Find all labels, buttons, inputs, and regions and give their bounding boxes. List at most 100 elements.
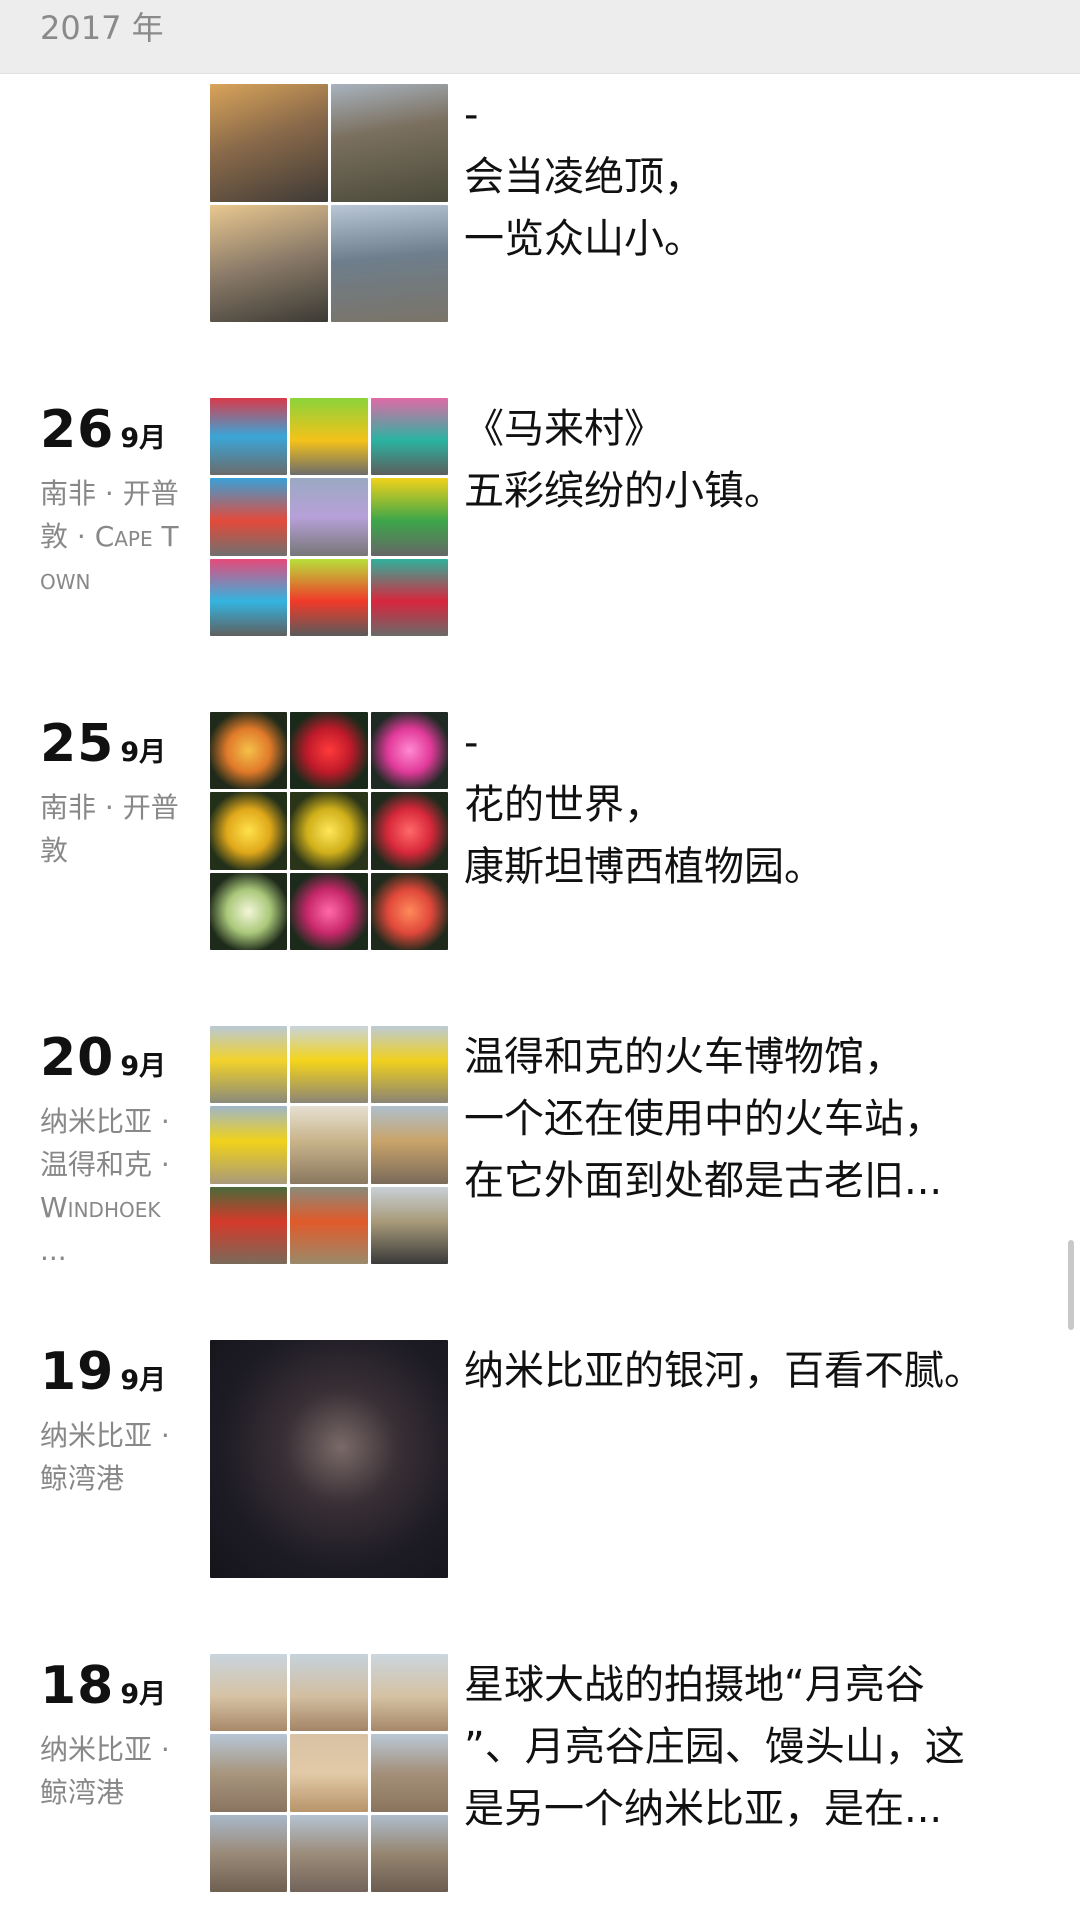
photo-thumbnail[interactable] [290,398,368,476]
photo-thumbnail[interactable] [290,1734,368,1812]
photo-thumbnail[interactable] [330,84,448,202]
post-caption[interactable]: - 花的世界， 康斯坦博西植物园。 [464,712,1024,898]
post-month: 9月 [120,1679,167,1710]
photo-thumbnail[interactable] [210,1186,288,1264]
post-item[interactable]: 19 9月 纳米比亚 · 鲸湾港 纳米比亚的银河，百看不腻。 [0,1340,1080,1580]
post-month: 9月 [120,423,167,454]
post-day: 18 [40,1656,115,1716]
post-date-column: 26 9月 南非 · 开普敦 · Cape Town [40,402,190,601]
caption-line: 星球大战的拍摄地“月亮谷 [464,1662,925,1708]
photo-thumbnail[interactable] [210,1340,448,1578]
post-date: 26 9月 [40,402,190,470]
photo-thumbnail[interactable] [370,1734,448,1812]
photo-thumbnail[interactable] [210,712,288,790]
photo-thumbnail[interactable] [290,478,368,556]
photo-thumbnail[interactable] [290,1186,368,1264]
photo-grid[interactable] [210,1340,448,1578]
photo-thumbnail[interactable] [210,1026,288,1104]
post-day: 26 [40,400,115,460]
photo-grid[interactable] [210,398,448,636]
post-date: 18 9月 [40,1658,190,1726]
photo-thumbnail[interactable] [210,478,288,556]
post-date-column: 19 9月 纳米比亚 · 鲸湾港 [40,1344,190,1500]
post-date: 19 9月 [40,1344,190,1412]
post-item[interactable]: 18 9月 纳米比亚 · 鲸湾港 星球大战的拍摄地“月亮谷 ”、月亮谷庄园、馒头山，这是… [0,1654,1080,1894]
post-date-column: 25 9月 南非 · 开普敦 [40,716,190,872]
post-day: 19 [40,1342,115,1402]
post-location[interactable]: 纳米比亚 · 温得和克 · Windhoek ... [40,1100,190,1272]
caption-line: 康斯坦博西植物园。 [464,844,824,890]
photo-thumbnail[interactable] [370,478,448,556]
post-location[interactable]: 纳米比亚 · 鲸湾港 [40,1414,190,1500]
photo-thumbnail[interactable] [370,1026,448,1104]
caption-line: 温得和克的火车博物馆， [464,1034,904,1080]
post-date-column: 20 9月 纳米比亚 · 温得和克 · Windhoek ... [40,1030,190,1272]
post-caption[interactable]: 星球大战的拍摄地“月亮谷 ”、月亮谷庄园、馒头山，这 是另一个纳米比亚，是在... [464,1654,1024,1840]
post-date-column: 18 9月 纳米比亚 · 鲸湾港 [40,1658,190,1814]
caption-line: ”、月亮谷庄园、馒头山，这 [464,1724,965,1770]
photo-grid[interactable] [210,712,448,950]
post-location[interactable]: 南非 · 开普敦 [40,786,190,872]
photo-grid[interactable] [210,1026,448,1264]
photo-thumbnail[interactable] [290,558,368,636]
post-item[interactable]: 26 9月 南非 · 开普敦 · Cape Town 《马来村》 五彩缤纷的小镇。 [0,398,1080,638]
photo-thumbnail[interactable] [370,872,448,950]
photo-thumbnail[interactable] [370,1814,448,1892]
post-day: 20 [40,1028,115,1088]
year-header: 2017 年 [0,0,1080,74]
photo-thumbnail[interactable] [210,204,328,322]
post-caption[interactable]: - 会当凌绝顶， 一览众山小。 [464,84,1024,270]
photo-thumbnail[interactable] [210,558,288,636]
photo-thumbnail[interactable] [210,84,328,202]
photo-thumbnail[interactable] [370,712,448,790]
photo-thumbnail[interactable] [210,398,288,476]
post-caption[interactable]: 《马来村》 五彩缤纷的小镇。 [464,398,1024,522]
post-location[interactable]: 纳米比亚 · 鲸湾港 [40,1728,190,1814]
photo-thumbnail[interactable] [290,1654,368,1732]
caption-line: 在它外面到处都是古老旧... [464,1158,943,1204]
post-location[interactable]: 南非 · 开普敦 · Cape Town [40,472,190,601]
photo-thumbnail[interactable] [370,558,448,636]
photo-thumbnail[interactable] [210,1654,288,1732]
photo-thumbnail[interactable] [290,1026,368,1104]
post-item[interactable]: 20 9月 纳米比亚 · 温得和克 · Windhoek ... 温得和克的火车博物馆… [0,1026,1080,1267]
photo-thumbnail[interactable] [290,872,368,950]
caption-line: 纳米比亚的银河，百看不腻。 [464,1348,984,1394]
year-label: 2017 年 [40,9,164,47]
photo-thumbnail[interactable] [210,1734,288,1812]
post-date: 25 9月 [40,716,190,784]
post-month: 9月 [120,1051,167,1082]
post-item[interactable]: - 会当凌绝顶， 一览众山小。 [0,84,1080,324]
photo-thumbnail[interactable] [370,398,448,476]
caption-line: 会当凌绝顶， [464,154,704,200]
photo-thumbnail[interactable] [210,872,288,950]
photo-thumbnail[interactable] [210,1106,288,1184]
caption-line: - [464,92,479,138]
photo-thumbnail[interactable] [290,1814,368,1892]
caption-line: 花的世界， [464,782,664,828]
photo-thumbnail[interactable] [290,792,368,870]
photo-thumbnail[interactable] [290,1106,368,1184]
post-caption[interactable]: 纳米比亚的银河，百看不腻。 [464,1340,1024,1402]
photo-thumbnail[interactable] [210,1814,288,1892]
photo-thumbnail[interactable] [290,712,368,790]
photo-grid[interactable] [210,84,448,322]
post-month: 9月 [120,737,167,768]
post-date: 20 9月 [40,1030,190,1098]
caption-line: - [464,720,479,766]
post-item[interactable]: 25 9月 南非 · 开普敦 - 花的世界， 康斯坦博西植物园。 [0,712,1080,952]
photo-grid[interactable] [210,1654,448,1892]
caption-line: 五彩缤纷的小镇。 [464,468,784,514]
photo-thumbnail[interactable] [370,1654,448,1732]
caption-line: 是另一个纳米比亚，是在... [464,1786,943,1832]
photo-thumbnail[interactable] [330,204,448,322]
scrollbar-thumb[interactable] [1068,1240,1074,1330]
post-day: 25 [40,714,115,774]
photo-thumbnail[interactable] [370,1106,448,1184]
photo-thumbnail[interactable] [370,792,448,870]
caption-line: 一览众山小。 [464,216,704,262]
photo-thumbnail[interactable] [370,1186,448,1264]
photo-thumbnail[interactable] [210,792,288,870]
caption-line: 一个还在使用中的火车站， [464,1096,944,1142]
post-caption[interactable]: 温得和克的火车博物馆， 一个还在使用中的火车站， 在它外面到处都是古老旧... [464,1026,1024,1212]
